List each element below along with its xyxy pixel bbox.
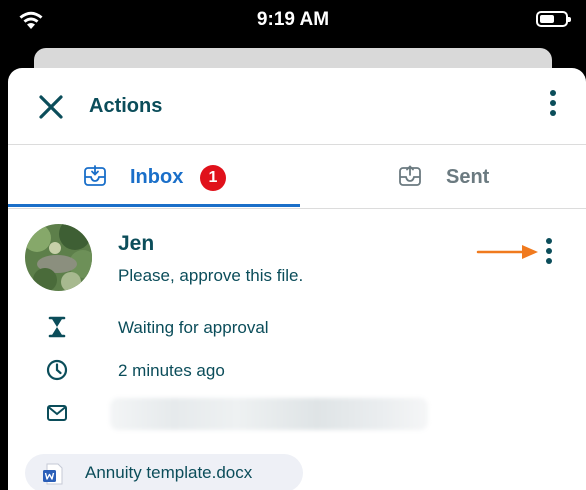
- close-icon[interactable]: [36, 92, 66, 122]
- word-doc-icon: [43, 463, 63, 485]
- actions-sheet: Actions Inbox 1 Sent Jen Please, approve…: [8, 68, 586, 490]
- sheet-header: Actions: [8, 68, 586, 144]
- tab-inbox-label: Inbox: [130, 166, 184, 188]
- status-time: 9:19 AM: [256, 9, 330, 30]
- active-tab-indicator: [8, 204, 300, 207]
- envelope-icon: [47, 405, 67, 421]
- hourglass-icon: [48, 316, 66, 338]
- divider: [8, 208, 586, 209]
- more-options-button[interactable]: [546, 90, 560, 124]
- tab-sent[interactable]: Sent: [300, 145, 586, 207]
- item-more-button[interactable]: [542, 238, 556, 268]
- attachment-chip[interactable]: Annuity template.docx: [25, 454, 303, 490]
- unread-count-badge: 1: [200, 165, 226, 191]
- time-text: 2 minutes ago: [118, 361, 225, 380]
- battery-icon: [536, 11, 571, 27]
- sender-name: Jen: [118, 232, 155, 255]
- more-vertical-icon: [550, 90, 556, 96]
- clock-icon: [46, 359, 68, 381]
- arrow-right-icon: [476, 245, 538, 259]
- attachment-name: Annuity template.docx: [85, 463, 253, 482]
- more-vertical-icon: [546, 238, 552, 244]
- status-text: Waiting for approval: [118, 318, 269, 337]
- tab-sent-label: Sent: [446, 166, 490, 188]
- blurred-email-address: [110, 398, 428, 430]
- tab-inbox[interactable]: Inbox 1: [8, 145, 298, 207]
- status-bar: 9:19 AM: [0, 0, 586, 40]
- page-title: Actions: [89, 95, 163, 117]
- sent-tray-icon: [399, 165, 421, 186]
- avatar: [25, 224, 92, 291]
- message-text: Please, approve this file.: [118, 266, 304, 285]
- tab-bar: Inbox 1 Sent: [8, 145, 586, 209]
- inbox-tray-icon: [84, 165, 106, 186]
